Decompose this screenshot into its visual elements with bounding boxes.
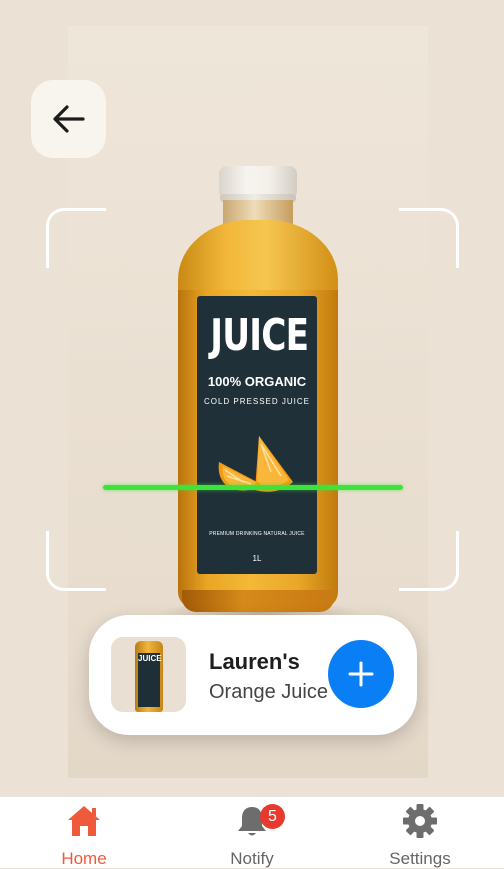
nav-item-home[interactable]: Home [24, 797, 144, 869]
product-card[interactable]: JUICE Lauren's Orange Juice [89, 615, 417, 735]
scan-frame-corner-top-right [399, 208, 459, 268]
scan-line [103, 485, 403, 490]
thumbnail-label: JUICE [138, 653, 162, 707]
product-brand: Lauren's [209, 649, 300, 674]
bottle-shoulder [178, 220, 338, 300]
home-icon [68, 806, 100, 836]
product-name: Orange Juice [209, 681, 328, 703]
plus-icon [348, 661, 374, 687]
nav-label-home: Home [61, 849, 107, 868]
scan-frame-corner-bottom-left [46, 531, 106, 591]
label-cold-pressed: COLD PRESSED JUICE [203, 397, 311, 406]
product-thumbnail: JUICE [111, 637, 186, 712]
notification-badge: 5 [260, 804, 285, 829]
label-premium: PREMIUM DRINKING NATURAL JUICE [209, 531, 305, 537]
camera-viewfinder: JUICE 100% ORGANIC COLD PRESSED JUICE PR… [0, 0, 504, 796]
bottle-base [182, 590, 334, 612]
bottle-label: JUICE 100% ORGANIC COLD PRESSED JUICE PR… [197, 296, 317, 574]
nav-label-notify: Notify [230, 849, 274, 868]
label-size: 1L [252, 554, 262, 563]
nav-item-notify[interactable]: 5 Notify [192, 797, 312, 869]
add-product-button[interactable] [328, 640, 394, 708]
scan-frame-corner-bottom-right [399, 531, 459, 591]
back-button[interactable] [31, 80, 106, 158]
label-title: JUICE [210, 310, 309, 361]
nav-item-settings[interactable]: Settings [360, 797, 480, 869]
scan-frame-corner-top-left [46, 208, 106, 268]
label-organic: 100% ORGANIC [207, 374, 307, 389]
arrow-left-icon [52, 105, 85, 133]
bottom-navigation: Home 5 Notify Settings [0, 796, 504, 868]
nav-label-settings: Settings [389, 849, 451, 868]
gear-icon [403, 804, 437, 838]
bottle-cap [219, 166, 297, 196]
